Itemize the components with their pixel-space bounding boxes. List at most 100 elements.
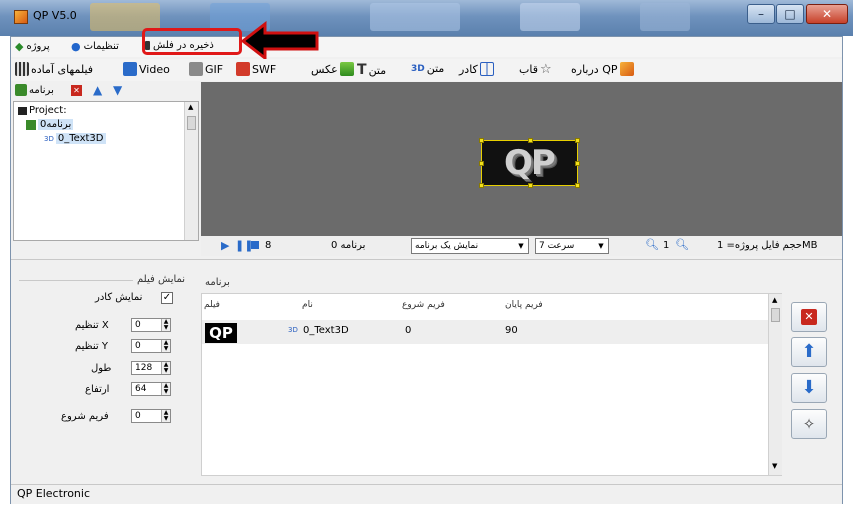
move-up-button[interactable]: ⬆: [791, 337, 827, 367]
swf-button[interactable]: SWF: [236, 62, 276, 76]
column-header-end: فریم پایان: [505, 300, 543, 310]
tree-root[interactable]: Project:: [18, 105, 67, 116]
text-button[interactable]: T متن: [357, 62, 386, 78]
menu-settings[interactable]: ● تنظیمات: [71, 40, 119, 53]
qp-preview-box[interactable]: QP: [479, 138, 580, 188]
scroll-thumb[interactable]: [187, 116, 196, 130]
spinner-icon[interactable]: ▲ ▼: [161, 340, 170, 352]
stop-icon[interactable]: [251, 241, 259, 249]
resize-handle[interactable]: [479, 138, 484, 143]
x-value: 0: [135, 320, 141, 330]
resize-handle[interactable]: [528, 183, 533, 188]
text3d-icon: 3D: [411, 63, 425, 74]
magic-wand-icon: ✧: [802, 415, 816, 433]
tree-toolbar: برنامه ✕ ▲ ▼: [11, 81, 201, 101]
move-down-button[interactable]: ⬇: [791, 373, 827, 403]
about-icon: [619, 62, 634, 76]
text3d-icon: 3D: [44, 134, 54, 143]
project-tree: Project: برنامه0 3D 0_Text3D ▲: [13, 101, 199, 241]
maximize-button[interactable]: □: [776, 4, 804, 24]
scroll-up-icon[interactable]: ▲: [188, 103, 193, 111]
delete-button[interactable]: ✕: [791, 302, 827, 332]
film-icon: [15, 62, 29, 76]
start-frame-input[interactable]: 0 ▲ ▼: [131, 409, 171, 423]
width-input[interactable]: 128 ▲ ▼: [131, 361, 171, 375]
status-text: QP Electronic: [17, 487, 91, 500]
tree-program[interactable]: برنامه0: [26, 119, 74, 130]
show-frame-checkbox[interactable]: ✓: [161, 292, 173, 304]
close-button[interactable]: ✕: [806, 4, 848, 24]
tree-program-button[interactable]: برنامه: [15, 84, 54, 96]
tree-child[interactable]: 3D 0_Text3D: [44, 133, 106, 144]
minimize-button[interactable]: –: [747, 4, 775, 24]
tree-scrollbar[interactable]: ▲: [184, 102, 198, 240]
film-settings-panel: نمایش فیلم نمایش کادر ✓ تنظیم X 0 ▲ ▼ تنظ…: [15, 274, 195, 474]
speed-select[interactable]: سرعت 7 ▼: [535, 238, 609, 254]
zoom-level: 1: [663, 240, 670, 251]
cube-icon: [26, 119, 36, 130]
width-value: 128: [135, 363, 153, 373]
menu-project-label: پروژه: [26, 41, 50, 52]
film-thumbnail: QP: [205, 323, 237, 343]
width-label: طول: [91, 363, 112, 374]
frame-button[interactable]: کادر: [459, 62, 494, 76]
photo-button[interactable]: عکس: [311, 62, 354, 76]
gif-label: GIF: [205, 62, 224, 76]
resize-handle[interactable]: [479, 183, 484, 188]
y-input[interactable]: 0 ▲ ▼: [131, 339, 171, 353]
tree-program-label: برنامه0: [38, 119, 74, 130]
resize-handle[interactable]: [528, 138, 533, 143]
move-down-icon[interactable]: ▼: [113, 83, 122, 97]
speed-value: سرعت 7: [539, 241, 575, 251]
x-input[interactable]: 0 ▲ ▼: [131, 318, 171, 332]
zoom-in-icon[interactable]: 🔍︎: [645, 238, 659, 251]
tree-root-label: Project:: [29, 105, 67, 116]
column-header-start: فریم شروع: [402, 300, 445, 310]
zoom-out-icon[interactable]: 🔍︎: [675, 238, 689, 251]
about-button[interactable]: درباره QP: [571, 62, 634, 76]
template-button[interactable]: قاب ☆: [519, 62, 552, 77]
program-number: برنامه 0: [331, 240, 366, 251]
spinner-icon[interactable]: ▲ ▼: [161, 410, 170, 422]
arrow-up-icon: ⬆: [801, 341, 817, 362]
ready-films-button[interactable]: فیلمهای آماده: [15, 62, 93, 76]
program-mode-select[interactable]: نمایش یک برنامه ▼: [411, 238, 529, 254]
gif-button[interactable]: GIF: [189, 62, 223, 76]
row-name: 0_Text3D: [303, 325, 349, 336]
status-bar: QP Electronic: [11, 484, 842, 504]
toolbar: فیلمهای آماده Video GIF SWF عکس T متن 3D…: [11, 59, 842, 81]
scroll-up-icon[interactable]: ▲: [772, 296, 777, 304]
menu-bar: ◆ پروژه ● تنظیمات ذخیره در فلش: [11, 37, 842, 57]
x-label: تنظیم X: [75, 320, 109, 331]
template-label: قاب: [519, 63, 538, 76]
spinner-icon[interactable]: ▲ ▼: [161, 362, 170, 374]
menu-settings-label: تنظیمات: [83, 41, 119, 52]
delete-small-icon[interactable]: ✕: [71, 85, 82, 96]
play-icon[interactable]: ▶: [221, 239, 229, 252]
text3d-button[interactable]: 3D متن: [411, 62, 444, 75]
scroll-thumb[interactable]: [771, 308, 780, 322]
start-frame-label: فریم شروع: [61, 411, 109, 422]
scroll-down-icon[interactable]: ▼: [772, 462, 777, 470]
move-up-icon[interactable]: ▲: [93, 83, 102, 97]
table-scrollbar[interactable]: ▲ ▼: [768, 294, 782, 475]
menu-project[interactable]: ◆ پروژه: [15, 40, 50, 53]
group-border: [19, 280, 133, 281]
spinner-icon[interactable]: ▲ ▼: [161, 383, 170, 395]
resize-handle[interactable]: [575, 161, 580, 166]
cube-icon: [15, 84, 27, 96]
magic-wand-button[interactable]: ✧: [791, 409, 827, 439]
spinner-icon[interactable]: ▲ ▼: [161, 319, 170, 331]
settings-icon: ●: [71, 40, 81, 53]
frame-icon: [479, 62, 494, 76]
resize-handle[interactable]: [479, 161, 484, 166]
height-input[interactable]: 64 ▲ ▼: [131, 382, 171, 396]
gif-icon: [189, 62, 203, 76]
preview-canvas[interactable]: QP: [201, 82, 842, 236]
text3d-label: متن: [426, 62, 445, 75]
table-row[interactable]: QP 3D 0_Text3D 0 90: [202, 320, 770, 344]
resize-handle[interactable]: [575, 183, 580, 188]
video-button[interactable]: Video: [123, 62, 170, 76]
resize-handle[interactable]: [575, 138, 580, 143]
row-start: 0: [405, 325, 412, 336]
